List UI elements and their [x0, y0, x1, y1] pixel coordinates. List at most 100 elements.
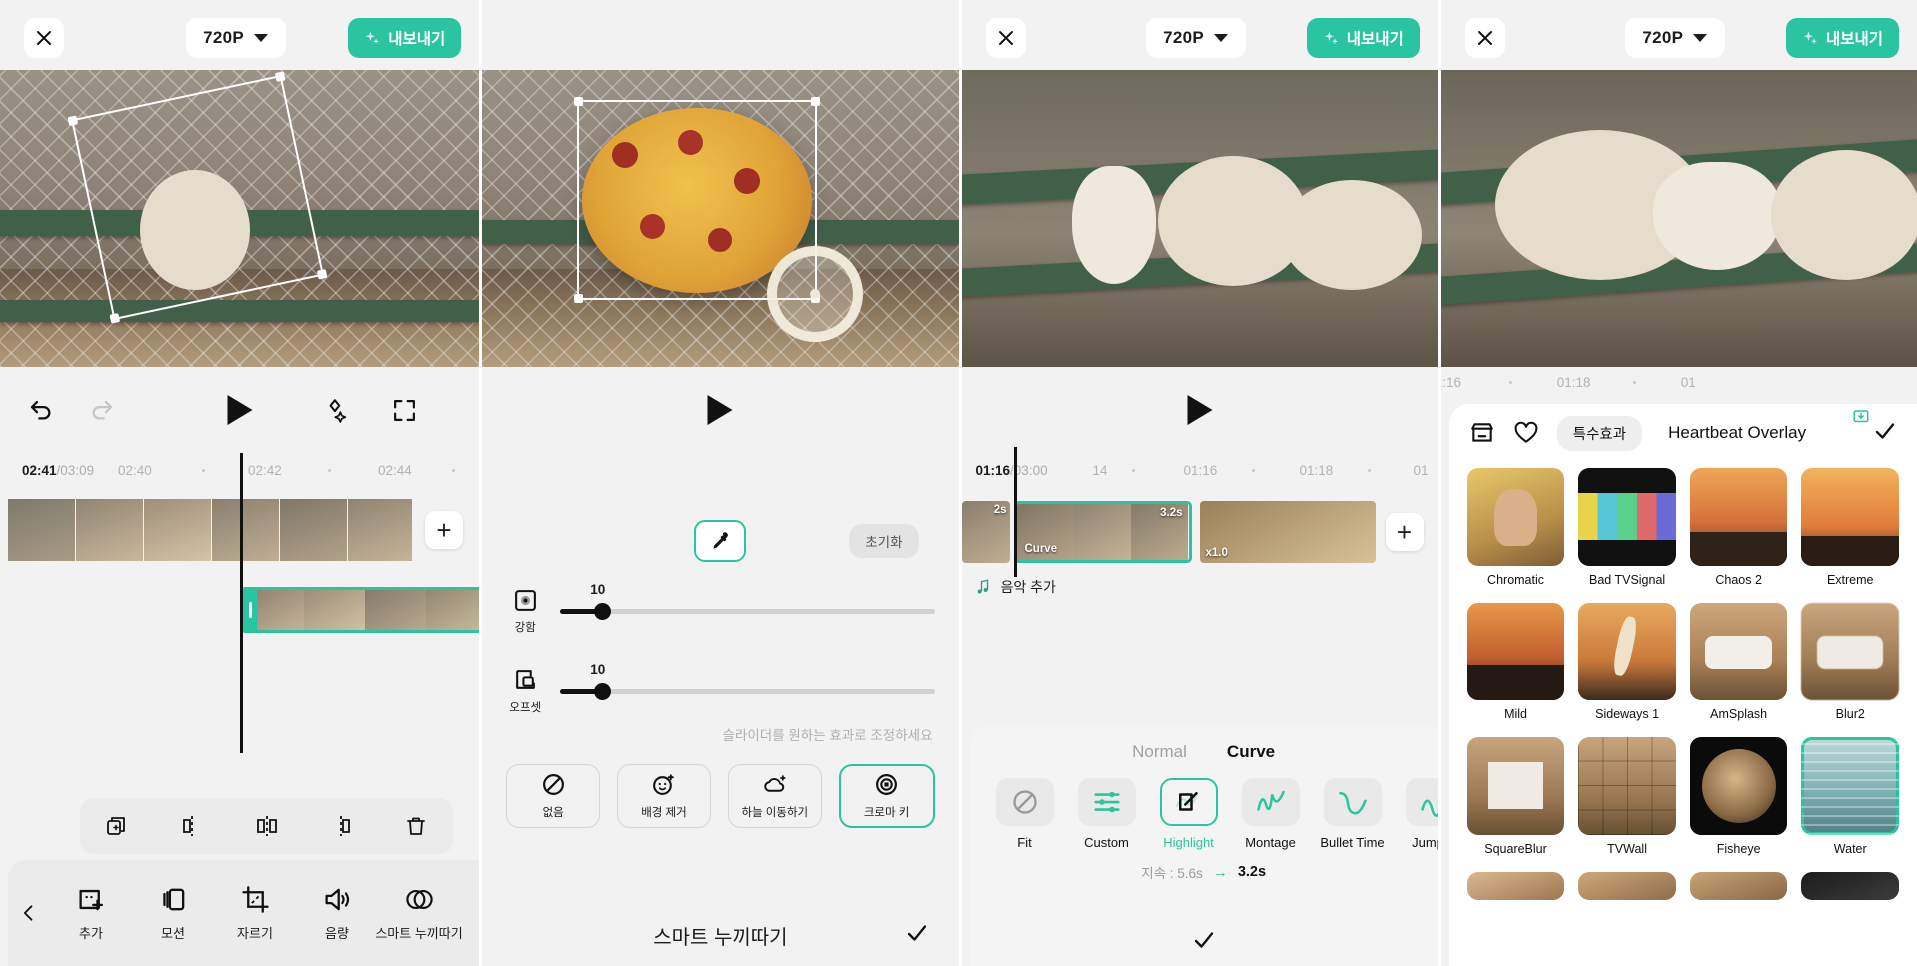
- ruler-tick: 01: [1680, 374, 1696, 390]
- eyedropper-picker-ring[interactable]: [767, 246, 864, 342]
- copy-icon[interactable]: [105, 814, 129, 838]
- effect-item[interactable]: Fisheye: [1689, 737, 1788, 856]
- close-button[interactable]: [1464, 18, 1505, 58]
- redo-button[interactable]: [88, 397, 115, 424]
- play-button[interactable]: [707, 395, 733, 425]
- resolution-selector[interactable]: 720P: [1145, 18, 1246, 58]
- confirm-button[interactable]: [1873, 419, 1897, 448]
- eyedropper-button[interactable]: [694, 520, 747, 562]
- tab-curve[interactable]: Curve: [1227, 742, 1275, 762]
- chip-remove-bg[interactable]: 배경 제거: [617, 764, 711, 828]
- effect-item[interactable]: Blur2: [1801, 602, 1899, 721]
- split-left-icon[interactable]: [180, 814, 204, 838]
- video-preview-4[interactable]: [1440, 70, 1917, 367]
- split-icon[interactable]: [255, 814, 279, 838]
- reset-button[interactable]: 초기화: [849, 524, 919, 558]
- play-button[interactable]: [227, 395, 253, 425]
- effect-item[interactable]: [1689, 871, 1788, 900]
- slider-knob[interactable]: [593, 603, 611, 620]
- confirm-button[interactable]: [905, 921, 929, 950]
- track-frame[interactable]: [280, 499, 347, 561]
- playhead[interactable]: [240, 453, 243, 753]
- clip-selected-curve[interactable]: Curve 3.2s: [1013, 501, 1192, 563]
- resolution-selector[interactable]: 720P: [185, 18, 286, 58]
- slider-knob[interactable]: [593, 683, 611, 700]
- play-button[interactable]: [1187, 395, 1213, 425]
- heart-icon[interactable]: [1513, 420, 1539, 446]
- preset-bullet-time[interactable]: Bullet Time: [1312, 778, 1394, 850]
- playhead[interactable]: [1013, 447, 1017, 577]
- delete-icon[interactable]: [404, 814, 428, 838]
- close-button[interactable]: [985, 18, 1026, 58]
- effects-category-pill[interactable]: 특수효과: [1556, 415, 1643, 451]
- track-frame[interactable]: [212, 499, 279, 561]
- chip-sky-move[interactable]: 하늘 이동하기: [727, 764, 822, 828]
- track-frame[interactable]: [76, 499, 143, 561]
- clip-quick-tools[interactable]: [80, 798, 454, 854]
- add-clip-button[interactable]: +: [1385, 513, 1424, 551]
- preset-custom[interactable]: Custom: [1066, 778, 1148, 850]
- timeline-3[interactable]: 2s Curve 3.2s x1.0 + 음악 추가: [961, 447, 1438, 647]
- effect-item[interactable]: [1801, 871, 1899, 900]
- resolution-selector[interactable]: 720P: [1624, 18, 1725, 58]
- export-button[interactable]: 내보내기: [1785, 18, 1899, 58]
- effect-item[interactable]: AmSplash: [1689, 602, 1788, 721]
- effect-item[interactable]: [1578, 871, 1676, 900]
- effect-item[interactable]: [1466, 871, 1565, 900]
- track-frame[interactable]: [348, 499, 412, 561]
- next-clip[interactable]: x1.0: [1199, 501, 1376, 563]
- undo-button[interactable]: [28, 397, 55, 424]
- track-frame[interactable]: [144, 499, 211, 561]
- tool-crop[interactable]: 자르기: [214, 885, 296, 942]
- timeline-ruler-3[interactable]: 01:16 / 03:00 14 01:16 01:18 01: [962, 453, 1438, 487]
- selection-box[interactable]: [67, 71, 328, 324]
- effect-item[interactable]: Bad TVSignal: [1578, 468, 1676, 587]
- effect-label: Sideways 1: [1595, 707, 1660, 722]
- preset-highlight[interactable]: Highlight: [1148, 778, 1230, 850]
- chip-chroma-key[interactable]: 크로마 키: [838, 764, 935, 828]
- overlay-clip-selected[interactable]: [240, 587, 480, 633]
- effect-item[interactable]: Extreme: [1801, 468, 1899, 587]
- export-button[interactable]: 내보내기: [348, 18, 462, 58]
- effect-item[interactable]: TVWall: [1578, 737, 1676, 856]
- split-right-icon[interactable]: [329, 814, 353, 838]
- tool-smart-cutout[interactable]: 스마트 누끼따기: [375, 885, 463, 942]
- effect-item[interactable]: Mild: [1466, 602, 1565, 721]
- timeline-ruler-4[interactable]: 1:16 01:18 01: [1441, 367, 1917, 397]
- export-button[interactable]: 내보내기: [1306, 18, 1420, 58]
- effect-item-selected[interactable]: Water: [1801, 737, 1899, 856]
- preset-fit[interactable]: Fit: [984, 778, 1066, 850]
- keyframe-button[interactable]: [323, 397, 349, 423]
- effect-item[interactable]: Chromatic: [1466, 468, 1565, 587]
- video-preview-2[interactable]: [482, 70, 959, 367]
- effect-thumbnail: [1578, 602, 1676, 701]
- ruler-tick: 14: [1092, 462, 1108, 478]
- tab-normal[interactable]: Normal: [1132, 742, 1187, 762]
- tool-volume[interactable]: 음량: [296, 885, 378, 942]
- clip-handle-left[interactable]: [243, 590, 257, 630]
- video-preview-3[interactable]: [961, 70, 1438, 367]
- prev-clip[interactable]: 2s: [961, 501, 1010, 563]
- effect-item[interactable]: Chaos 2: [1689, 468, 1788, 587]
- chip-none[interactable]: 없음: [506, 764, 601, 828]
- effect-item[interactable]: Sideways 1: [1578, 602, 1676, 722]
- video-preview-1[interactable]: [0, 70, 480, 367]
- preset-jump-cut[interactable]: Jump C: [1394, 778, 1438, 850]
- main-track[interactable]: [8, 499, 412, 561]
- store-icon[interactable]: [1469, 420, 1495, 446]
- fullscreen-button[interactable]: [392, 398, 417, 423]
- add-clip-button[interactable]: +: [425, 511, 463, 549]
- download-badge-icon[interactable]: [1851, 408, 1871, 426]
- preset-montage[interactable]: Montage: [1230, 778, 1312, 850]
- track-frame[interactable]: [8, 499, 75, 561]
- confirm-button[interactable]: [970, 928, 1438, 952]
- offset-slider[interactable]: 10: [560, 662, 935, 709]
- strength-slider[interactable]: 10: [560, 582, 935, 629]
- add-music-row[interactable]: 음악 추가: [974, 577, 1056, 597]
- close-button[interactable]: [24, 18, 64, 58]
- tool-add[interactable]: 추가: [50, 885, 132, 942]
- effect-item[interactable]: SquareBlur: [1466, 737, 1565, 856]
- clip-duration: 2s: [993, 504, 1007, 516]
- tool-motion[interactable]: 모션: [132, 885, 214, 942]
- toolbar-back-button[interactable]: [8, 903, 50, 923]
